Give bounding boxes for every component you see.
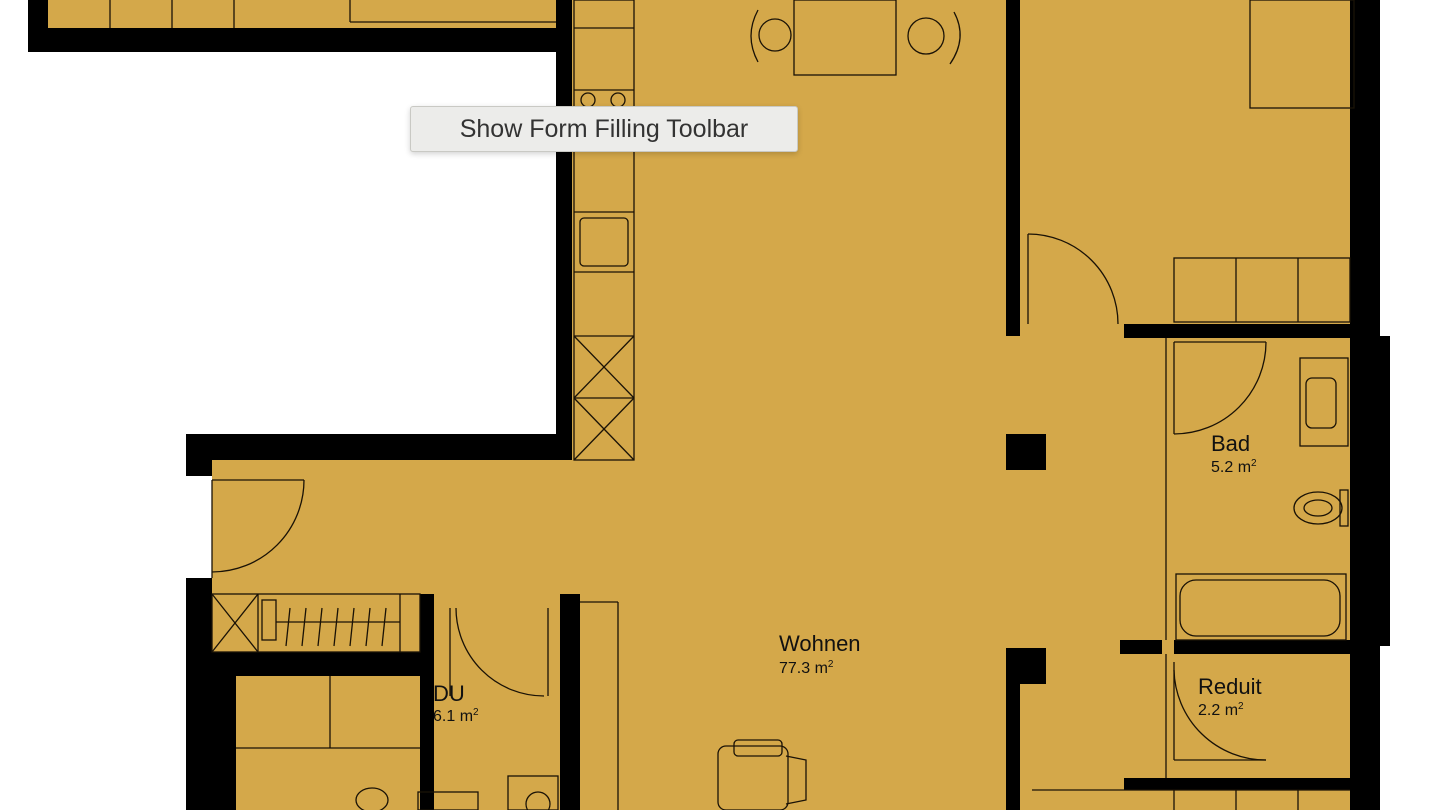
form-filling-toolbar-tooltip: Show Form Filling Toolbar — [410, 106, 798, 152]
room-area-wohnen: 77.3 m2 — [779, 659, 834, 678]
openings — [186, 476, 212, 578]
room-label-wohnen: Wohnen — [779, 631, 861, 656]
room-area-bad: 5.2 m2 — [1211, 458, 1257, 477]
room-label-reduit: Reduit — [1198, 674, 1262, 699]
room-area-du: 6.1 m2 — [433, 707, 479, 726]
room-label-bad: Bad — [1211, 431, 1251, 456]
room-area-reduit: 2.2 m2 — [1198, 701, 1244, 720]
room-label-du: DU — [433, 681, 465, 706]
